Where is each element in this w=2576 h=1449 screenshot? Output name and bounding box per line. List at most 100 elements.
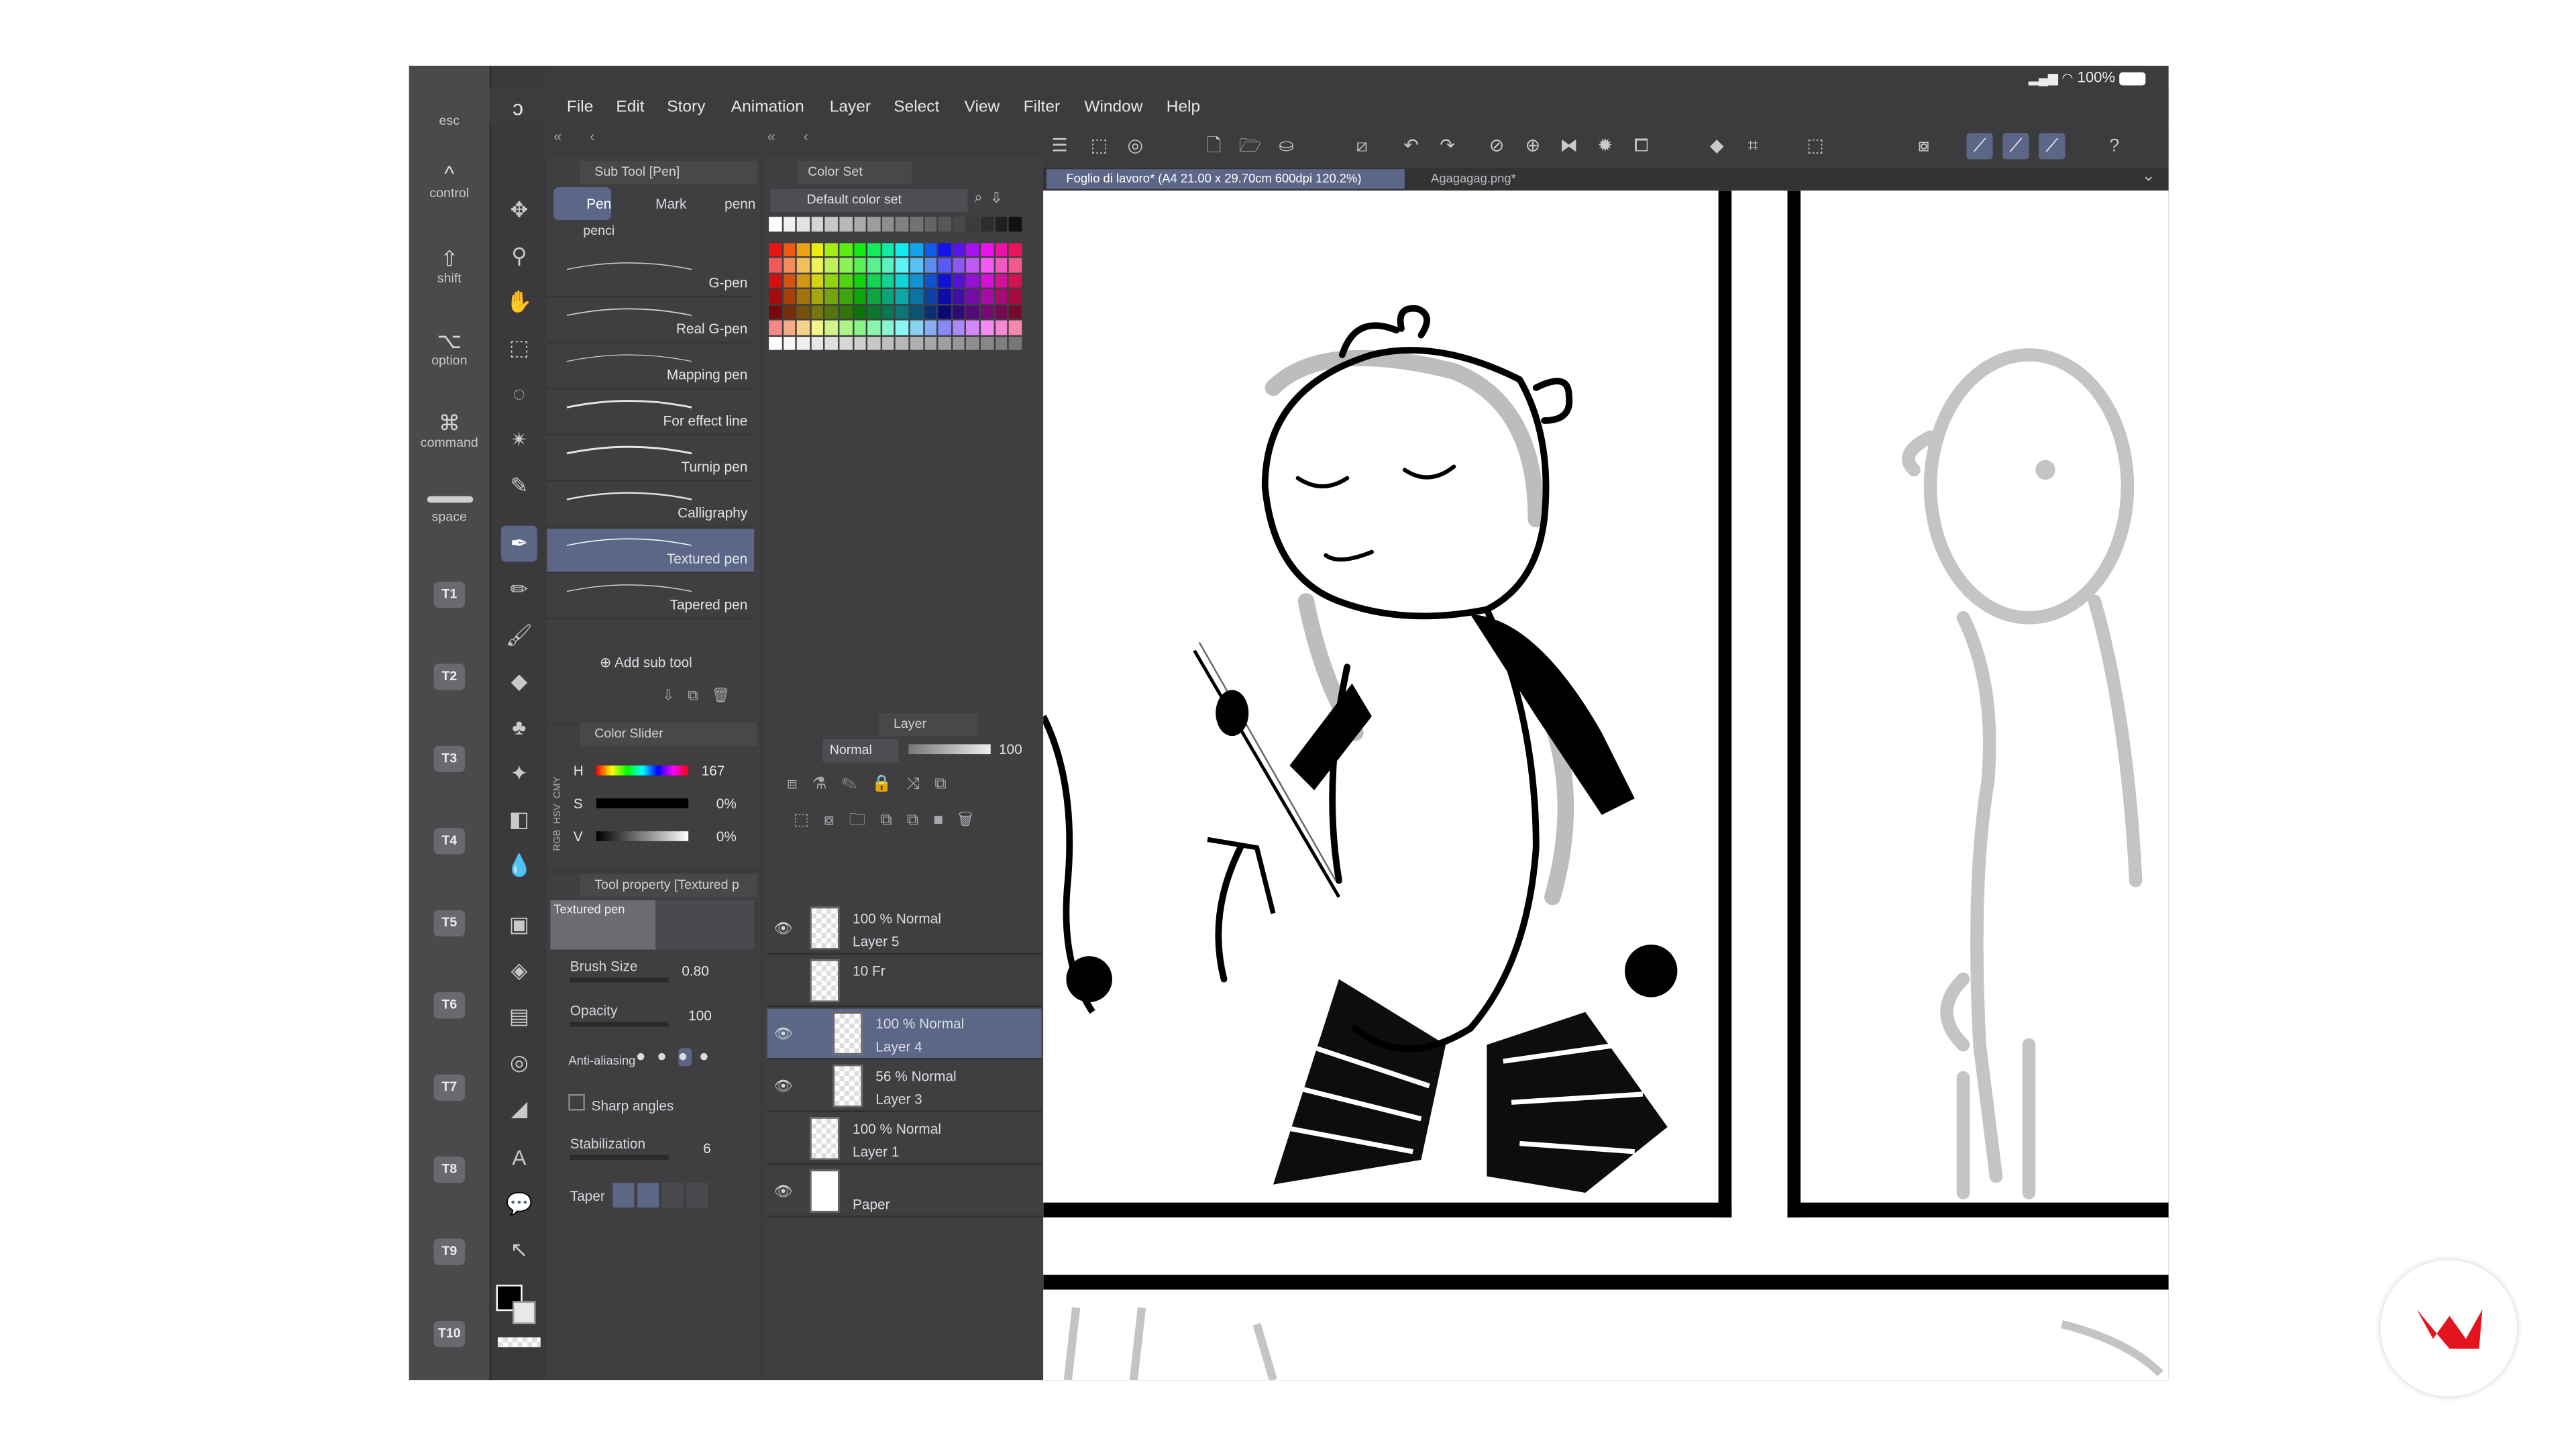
stabilization-value[interactable]: 6 [703, 1140, 711, 1157]
shift-key[interactable]: ⇧ shift [409, 246, 490, 287]
snap-ruler-icon[interactable]: ⟋ [1966, 133, 1993, 160]
color-swatch[interactable] [853, 320, 867, 335]
color-swatch[interactable] [981, 305, 994, 319]
sub-tool-item[interactable]: Real G-pen [547, 299, 755, 343]
value-value[interactable]: 0% [716, 828, 737, 844]
color-swatch[interactable] [853, 242, 867, 257]
color-swatch[interactable] [783, 305, 796, 319]
color-swatch[interactable] [881, 258, 895, 272]
color-swatch[interactable] [797, 242, 810, 257]
color-swatch[interactable] [783, 289, 796, 303]
magic-wand-icon[interactable]: ✴ [501, 422, 537, 458]
new-icon[interactable]: ⬚ [1086, 133, 1112, 159]
color-swatch[interactable] [881, 335, 895, 350]
redo-icon[interactable]: ↷ [1434, 133, 1460, 159]
color-swatch[interactable] [839, 335, 853, 350]
tool-key-t4[interactable]: T4 [433, 828, 466, 855]
color-swatch[interactable] [867, 217, 881, 231]
menu-view[interactable]: View [965, 99, 1000, 117]
color-swatch[interactable] [952, 335, 965, 350]
sharp-angles-checkbox[interactable] [568, 1094, 585, 1111]
fill-icon[interactable]: ◈ [501, 953, 537, 989]
color-swatch[interactable] [769, 335, 782, 350]
save-icon[interactable]: ⛀ [1273, 133, 1299, 159]
color-mode-tabs[interactable]: RGB HSV CMY [553, 753, 567, 851]
color-swatch[interactable] [924, 335, 937, 350]
stabilization-slider[interactable] [570, 1155, 669, 1160]
app-logo-icon[interactable]: ↄ [513, 95, 523, 120]
saturation-value[interactable]: 0% [716, 795, 737, 811]
gradient-icon[interactable]: ▣ [501, 907, 537, 943]
color-swatch[interactable] [910, 273, 923, 288]
fill-icon[interactable]: ⊕ [1519, 133, 1546, 159]
layer-opacity-value[interactable]: 100 [999, 741, 1022, 757]
color-swatch[interactable] [924, 273, 937, 288]
brush-icon[interactable]: 🖌 [501, 618, 537, 654]
tool-key-t2[interactable]: T2 [433, 663, 466, 690]
color-swatch[interactable] [825, 217, 838, 231]
tool-key-t9[interactable]: T9 [433, 1238, 466, 1265]
mask-icon[interactable]: ⧇ [1911, 133, 1937, 159]
add-sub-tool-button[interactable]: ⊕ Add sub tool [600, 654, 692, 672]
menu-animation[interactable]: Animation [731, 99, 804, 117]
color-swatch[interactable] [797, 258, 810, 272]
option-key[interactable]: ⌥ option [409, 329, 490, 370]
collapse-left-icon[interactable]: ‹ [804, 128, 808, 144]
color-swatch[interactable] [938, 273, 951, 288]
color-swatch[interactable] [811, 258, 824, 272]
color-swatch[interactable] [783, 320, 796, 335]
sub-tool-item[interactable]: Turnip pen [547, 437, 755, 482]
paint-icon[interactable]: ◆ [1704, 133, 1730, 159]
layer-row[interactable]: 10 Fr [767, 956, 1042, 1008]
color-swatch[interactable] [966, 305, 979, 319]
color-swatch[interactable] [981, 273, 994, 288]
text-icon[interactable]: A [501, 1140, 537, 1177]
ruler-icon[interactable]: ◢ [501, 1091, 537, 1127]
color-swatch[interactable] [853, 273, 867, 288]
color-swatch[interactable] [896, 335, 909, 350]
color-swatch[interactable] [981, 242, 994, 257]
color-swatch[interactable] [839, 217, 853, 231]
color-swatch[interactable] [881, 305, 895, 319]
color-swatch[interactable] [952, 320, 965, 335]
color-swatch[interactable] [867, 289, 881, 303]
tab-pencil[interactable]: penn [692, 187, 755, 220]
color-swatch[interactable] [938, 258, 951, 272]
export-icon[interactable]: ⧄ [1349, 133, 1375, 159]
color-swatch[interactable] [995, 258, 1008, 272]
layer-row[interactable]: 100 % Normal Layer 1 [767, 1114, 1042, 1165]
sub-tool-item[interactable]: Tapered pen [547, 575, 755, 620]
menu-story[interactable]: Story [667, 99, 705, 117]
balloon-icon[interactable]: 💬 [501, 1186, 537, 1222]
color-swatch[interactable] [811, 242, 824, 257]
color-swatch[interactable] [783, 242, 796, 257]
color-swatch[interactable] [924, 217, 937, 231]
color-swatch[interactable] [924, 242, 937, 257]
color-swatch[interactable] [952, 273, 965, 288]
color-swatch[interactable] [881, 289, 895, 303]
color-swatch[interactable] [797, 217, 810, 231]
color-set-dropdown[interactable]: Default color set [770, 189, 968, 212]
layer-opacity-slider[interactable] [908, 744, 991, 755]
color-swatch[interactable] [811, 273, 824, 288]
flip-icon[interactable]: ⧓ [1556, 133, 1582, 159]
selection-icon[interactable]: ⬚ [1803, 133, 1829, 159]
color-swatch[interactable] [811, 289, 824, 303]
color-swatch[interactable] [981, 289, 994, 303]
color-swatch[interactable] [896, 305, 909, 319]
color-swatch[interactable] [1009, 258, 1022, 272]
move-icon[interactable]: ✥ [501, 193, 537, 229]
control-key[interactable]: ^ control [409, 161, 490, 202]
color-swatch[interactable] [769, 289, 782, 303]
pencil-icon[interactable]: ✏ [501, 572, 537, 608]
hue-value[interactable]: 167 [702, 762, 725, 778]
brush-size-slider[interactable] [570, 977, 669, 983]
color-swatch[interactable] [995, 320, 1008, 335]
color-swatch[interactable] [896, 320, 909, 335]
color-swatch[interactable] [966, 320, 979, 335]
color-swatch[interactable] [1009, 320, 1022, 335]
color-swatch[interactable] [924, 258, 937, 272]
color-swatch[interactable] [952, 242, 965, 257]
color-swatch[interactable] [896, 242, 909, 257]
color-swatch[interactable] [853, 258, 867, 272]
